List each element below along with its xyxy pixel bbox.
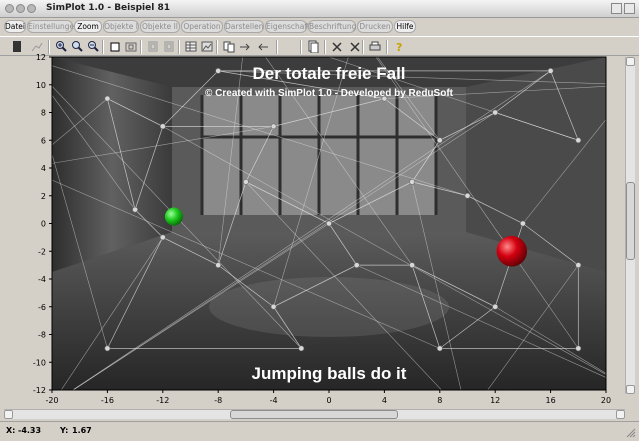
- y-tick-label: -2: [38, 247, 46, 256]
- mesh-node: [409, 178, 415, 185]
- mesh-node: [215, 262, 222, 269]
- horizontal-scrollbar[interactable]: [4, 409, 625, 419]
- scroll-down-icon[interactable]: [626, 385, 635, 394]
- x-tick-label: -16: [101, 396, 114, 405]
- x-tick-label: 8: [437, 396, 442, 405]
- scroll-up-icon[interactable]: [626, 57, 635, 66]
- mesh-node: [547, 67, 554, 74]
- mesh-node: [215, 67, 222, 74]
- vertical-scrollbar[interactable]: [625, 57, 635, 394]
- mesh-node: [159, 234, 166, 241]
- mesh-node: [353, 262, 360, 269]
- mesh-node: [242, 178, 249, 185]
- y-value: 1.67: [72, 426, 92, 435]
- scroll-right-icon[interactable]: [616, 410, 625, 419]
- mesh-node: [436, 137, 443, 144]
- x-tick-label: 20: [601, 396, 611, 405]
- mesh-node: [270, 123, 277, 130]
- x-label: X:: [6, 426, 16, 435]
- mesh-node: [104, 95, 111, 102]
- y-tick-label: -8: [38, 331, 46, 340]
- y-tick-label: 4: [41, 164, 46, 173]
- red-ball[interactable]: [496, 236, 528, 267]
- status-bar: X: -4.33 Y: 1.67: [0, 421, 639, 441]
- x-tick-label: -20: [45, 396, 58, 405]
- mesh-node: [409, 262, 415, 269]
- x-tick-label: 4: [382, 396, 387, 405]
- y-tick-label: -6: [38, 303, 46, 312]
- x-tick-label: 0: [326, 396, 331, 405]
- plot-caption: Jumping balls do it: [252, 364, 407, 383]
- mesh-node: [104, 345, 111, 352]
- x-tick-label: -12: [156, 396, 169, 405]
- y-tick-label: -4: [38, 275, 46, 284]
- x-tick-label: -8: [214, 396, 222, 405]
- y-tick-label: 12: [36, 53, 46, 62]
- x-tick-label: 16: [546, 396, 556, 405]
- y-tick-label: -10: [33, 358, 46, 367]
- mesh-node: [132, 206, 138, 213]
- mesh-node: [492, 303, 499, 310]
- plot-subtitle: © Created with SimPlot 1.0 - Developed b…: [205, 88, 454, 99]
- y-tick-label: 6: [41, 136, 46, 145]
- mesh-node: [575, 345, 582, 352]
- resize-grip-icon[interactable]: [626, 428, 636, 438]
- horizontal-scroll-thumb[interactable]: [230, 410, 398, 419]
- x-tick-label: -4: [270, 396, 278, 405]
- y-label: Y:: [60, 426, 69, 435]
- mesh-node: [520, 220, 526, 227]
- plot-area[interactable]: Der totale freie Fall © Created with Sim…: [0, 0, 639, 441]
- mesh-node: [326, 220, 332, 227]
- y-tick-label: 2: [41, 192, 46, 201]
- mesh-node: [270, 303, 277, 310]
- y-tick-label: -12: [33, 386, 46, 395]
- mesh-node: [575, 137, 582, 144]
- y-tick-label: 8: [41, 109, 46, 118]
- vertical-scroll-thumb[interactable]: [626, 182, 635, 260]
- mesh-node: [464, 192, 471, 199]
- scroll-left-icon[interactable]: [4, 410, 13, 419]
- x-tick-label: 12: [490, 396, 500, 405]
- y-tick-label: 0: [41, 220, 46, 229]
- x-value: -4.33: [18, 426, 42, 435]
- plot-title: Der totale freie Fall: [252, 64, 405, 83]
- mesh-node: [492, 109, 499, 116]
- mesh-node: [159, 123, 166, 130]
- mesh-node: [575, 262, 582, 269]
- green-ball[interactable]: [164, 207, 183, 226]
- y-tick-label: 10: [36, 81, 46, 90]
- mesh-node: [298, 345, 305, 352]
- mesh-node: [436, 345, 443, 352]
